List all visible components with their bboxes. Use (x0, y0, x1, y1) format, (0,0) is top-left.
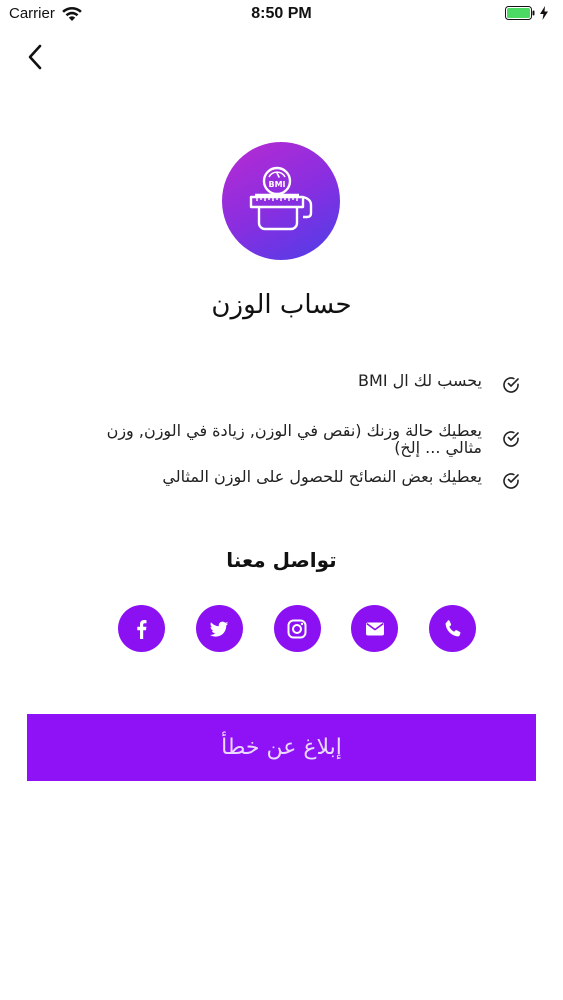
feature-text: يعطيك حالة وزنك (نقص في الوزن, زيادة في … (106, 421, 482, 457)
feature-item-tips: يعطيك بعض النصائح للحصول على الوزن المثا… (80, 468, 520, 490)
contact-buttons-row (118, 605, 476, 653)
status-time: 8:50 PM (251, 5, 312, 22)
email-button[interactable] (351, 605, 399, 652)
facebook-icon (136, 619, 146, 639)
check-circle-icon (503, 473, 519, 489)
chevron-left-icon (28, 44, 42, 70)
bmi-scale-measuring-tape-icon: BMI (249, 166, 313, 231)
back-button[interactable] (20, 40, 50, 74)
phone-icon (445, 619, 460, 636)
facebook-button[interactable] (118, 605, 165, 652)
check-circle-icon (503, 431, 519, 447)
battery-status (505, 6, 549, 20)
feature-text: يحسب لك ال BMI (358, 371, 482, 390)
report-error-button[interactable]: إبلاغ عن خطأ (27, 714, 536, 781)
instagram-icon (287, 619, 307, 638)
charging-bolt-icon (540, 6, 548, 20)
phone-button[interactable] (429, 605, 476, 652)
feature-item-bmi: يحسب لك ال BMI (80, 372, 520, 394)
feature-text: يعطيك بعض النصائح للحصول على الوزن المثا… (162, 467, 482, 486)
twitter-icon (210, 621, 229, 637)
check-circle-icon (503, 377, 519, 393)
status-bar: Carrier 8:50 PM (0, 0, 563, 30)
app-title: حساب الوزن (211, 290, 352, 320)
app-logo: BMI (222, 142, 340, 260)
instagram-button[interactable] (273, 605, 321, 652)
logo-bmi-text: BMI (268, 180, 285, 189)
battery-icon (505, 6, 535, 20)
contact-heading: تواصل معنا (226, 548, 337, 572)
twitter-button[interactable] (195, 605, 243, 652)
envelope-icon (365, 622, 384, 635)
feature-item-status: يعطيك حالة وزنك (نقص في الوزن, زيادة في … (80, 422, 520, 456)
